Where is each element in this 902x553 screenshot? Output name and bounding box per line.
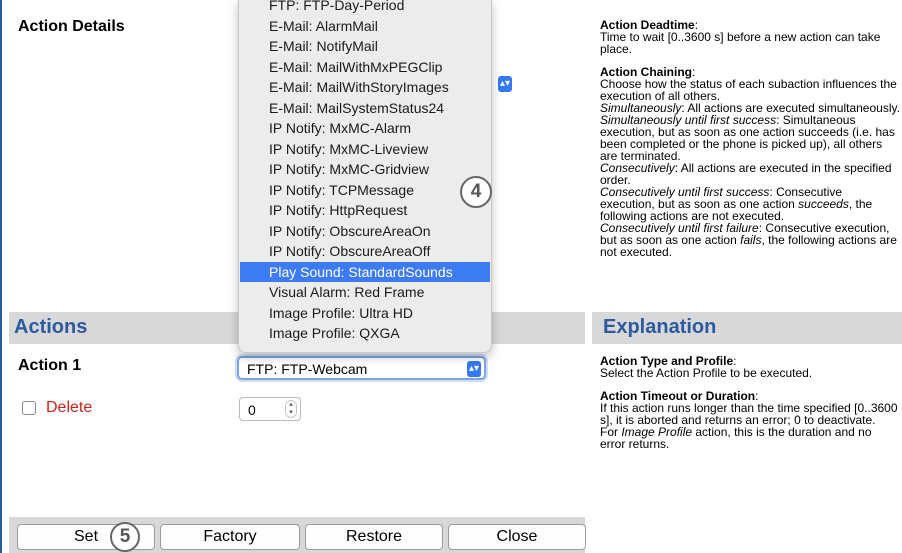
dropdown-option[interactable]: E-Mail: MailWithMxPEGClip [240, 57, 490, 77]
deadtime-text: Time to wait [0..3600 s] before a new ac… [600, 30, 881, 56]
explanation-bottom: Action Type and Profile: Select the Acti… [600, 355, 900, 450]
delete-checkbox[interactable] [22, 401, 36, 415]
dropdown-option[interactable]: E-Mail: MailSystemStatus24 [240, 98, 490, 118]
dropdown-option[interactable]: Play Sound: StandardSounds [240, 261, 490, 282]
dropdown-option[interactable]: E-Mail: AlarmMail [240, 16, 490, 36]
action-1-select-value: FTP: FTP-Webcam [247, 361, 368, 377]
delete-label: Delete [46, 399, 93, 416]
left-border-rule [0, 0, 2, 553]
dropdown-option[interactable]: IP Notify: TCPMessage [240, 180, 490, 200]
chaining-text: Choose how the status of each subaction … [600, 77, 897, 103]
delete-row: Delete [22, 399, 92, 417]
dropdown-option[interactable]: IP Notify: MxMC-Alarm [240, 118, 490, 138]
dropdown-option[interactable]: IP Notify: ObscureAreaOn [240, 221, 490, 241]
dropdown-option[interactable]: Visual Alarm: Red Frame [240, 282, 490, 302]
set-button-label: Set [74, 528, 99, 545]
action-1-label: Action 1 [18, 357, 82, 374]
callout-number-5: 5 [110, 522, 140, 552]
dropdown-option[interactable]: E-Mail: NotifyMail [240, 36, 490, 56]
dropdown-option[interactable]: IP Notify: ObscureAreaOff [240, 241, 490, 261]
timeout-text: If this action runs longer than the time… [600, 401, 898, 427]
section-title-action-details: Action Details [18, 18, 125, 35]
factory-button[interactable]: Factory [160, 524, 300, 550]
explanation-header: Explanation [603, 316, 717, 338]
explanation-top: Action Deadtime: Time to wait [0..3600 s… [600, 18, 900, 259]
dropdown-option[interactable]: Image Profile: QXGA [240, 323, 490, 343]
action-timeout-input[interactable]: 0 ▴ ▾ [239, 397, 301, 421]
dropdown-option[interactable]: IP Notify: MxMC-Gridview [240, 159, 490, 179]
callout-number-4: 4 [460, 176, 492, 208]
consec-failure-em: fails [740, 233, 762, 247]
up-down-chevron-icon: ▴▾ [498, 76, 512, 92]
actions-header: Actions [14, 316, 88, 338]
type-text: Select the Action Profile to be executed… [600, 366, 813, 380]
timeout-value: 0 [248, 402, 256, 418]
dropdown-option[interactable]: IP Notify: HttpRequest [240, 200, 490, 220]
dropdown-option[interactable]: Image Profile: Ultra HD [240, 303, 490, 323]
action-profile-dropdown-menu[interactable]: FTP: FTP-Day-Period E-Mail: AlarmMail E-Ma… [238, 0, 492, 353]
action-1-select[interactable]: FTP: FTP-Webcam ▴▾ [237, 356, 486, 380]
dropdown-option[interactable]: E-Mail: MailWithStoryImages [240, 77, 490, 97]
dropdown-option[interactable]: FTP: FTP-Day-Period [240, 0, 490, 15]
consec-success-em: succeeds [798, 197, 849, 211]
up-down-chevron-icon: ▴▾ [467, 361, 481, 377]
dropdown-option[interactable]: IP Notify: MxMC-Liveview [240, 139, 490, 159]
spinner-arrows-icon[interactable]: ▴ ▾ [285, 400, 297, 418]
close-button[interactable]: Close [448, 524, 586, 550]
restore-button[interactable]: Restore [305, 524, 443, 550]
